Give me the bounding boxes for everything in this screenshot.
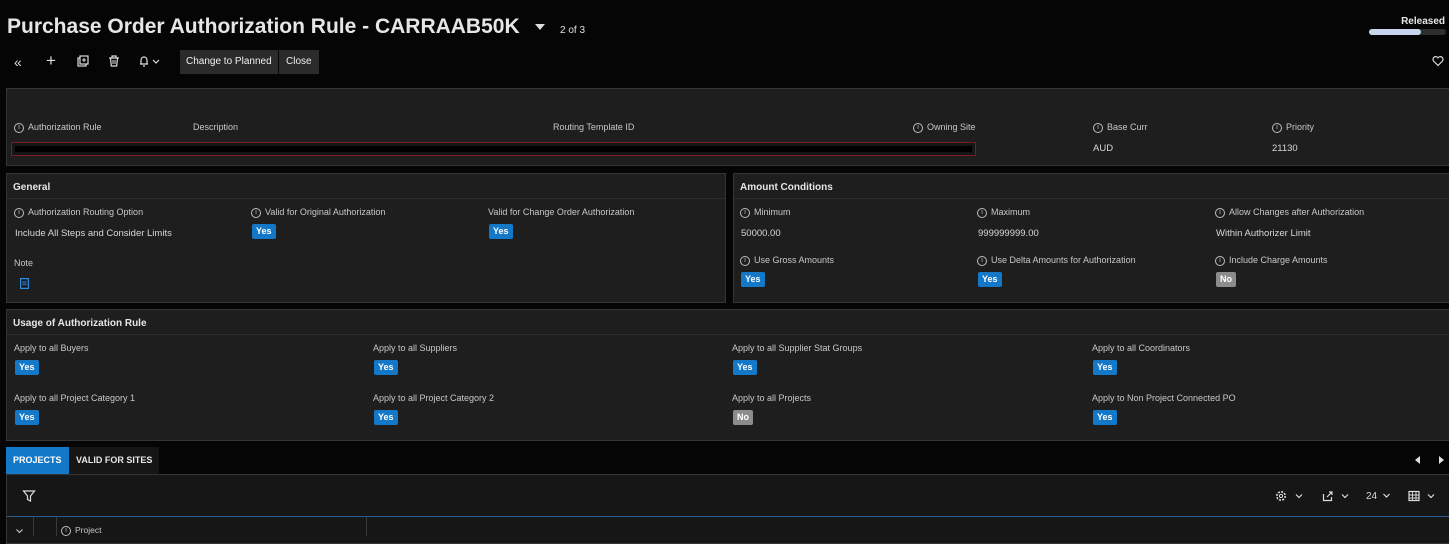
plus-icon[interactable]: +	[46, 52, 56, 69]
usage-item-label: Apply to all Project Category 1	[14, 393, 136, 403]
usage-panel	[6, 309, 1449, 441]
charge-amounts-label: i Include Charge Amounts	[1215, 255, 1328, 266]
info-icon[interactable]: i	[1215, 207, 1225, 218]
usage-item-badge: Yes	[15, 360, 39, 375]
usage-item-badge: Yes	[1093, 410, 1117, 425]
note-label: Note	[14, 258, 34, 268]
info-icon[interactable]: i	[977, 207, 987, 218]
info-icon[interactable]: i	[977, 255, 987, 266]
info-icon[interactable]: i	[14, 122, 24, 133]
allow-changes-value: Within Authorizer Limit	[1216, 228, 1311, 239]
usage-item-badge: Yes	[374, 410, 398, 425]
note-icon[interactable]	[20, 278, 30, 290]
delta-amounts-label: i Use Delta Amounts for Authorization	[977, 255, 1136, 266]
close-button[interactable]: Close	[279, 50, 319, 74]
base-curr-label: i Base Curr	[1093, 122, 1148, 133]
column-divider	[33, 517, 34, 536]
duplicate-icon[interactable]	[77, 55, 89, 67]
usage-title: Usage of Authorization Rule	[13, 318, 147, 329]
valid-change-label: Valid for Change Order Authorization	[488, 207, 635, 217]
bell-icon[interactable]	[138, 55, 162, 67]
usage-item-label: Apply to all Suppliers	[373, 343, 458, 353]
page-title: Purchase Order Authorization Rule - CARR…	[7, 15, 520, 38]
status-progress-bar	[1369, 29, 1446, 35]
minimum-value: 50000.00	[741, 228, 781, 239]
valid-change-badge: Yes	[489, 224, 513, 239]
info-icon[interactable]: i	[740, 207, 750, 218]
minimum-label: i Minimum	[740, 207, 791, 218]
favorite-heart-icon[interactable]	[1432, 55, 1444, 67]
allow-changes-label: i Allow Changes after Authorization	[1215, 207, 1364, 218]
column-divider	[366, 517, 367, 536]
usage-item-label: Apply to all Buyers	[14, 343, 89, 353]
info-icon[interactable]: i	[1272, 122, 1282, 133]
priority-value: 21130	[1272, 143, 1298, 154]
projects-grid-panel	[6, 474, 1449, 544]
grid-header-divider	[7, 516, 1449, 517]
info-icon[interactable]: i	[1215, 255, 1225, 266]
usage-item-label: Apply to all Supplier Stat Groups	[732, 343, 863, 353]
authorization-rule-label: i Authorization Rule	[14, 122, 102, 133]
divider	[7, 198, 725, 199]
tab-valid-for-sites[interactable]: VALID FOR SITES	[69, 447, 160, 474]
info-icon[interactable]: i	[913, 122, 923, 133]
amount-conditions-title: Amount Conditions	[740, 182, 833, 193]
usage-item-badge: Yes	[374, 360, 398, 375]
routing-option-value: Include All Steps and Consider Limits	[15, 228, 172, 239]
column-divider	[56, 517, 57, 536]
info-icon[interactable]: i	[740, 255, 750, 266]
usage-item-badge: Yes	[15, 410, 39, 425]
tab-scroll-right-icon[interactable]	[1439, 456, 1444, 464]
select-all-chevron-icon[interactable]	[15, 527, 25, 535]
usage-item-label: Apply to all Projects	[732, 393, 812, 403]
chevron-down-icon[interactable]	[1382, 492, 1392, 500]
trash-icon[interactable]	[108, 55, 120, 67]
title-dropdown-icon[interactable]	[535, 24, 545, 30]
status-progress-fill	[1369, 29, 1422, 35]
info-icon[interactable]: i	[251, 207, 261, 218]
divider	[734, 198, 1449, 199]
usage-item-label: Apply to all Project Category 2	[373, 393, 495, 403]
routing-option-label: i Authorization Routing Option	[14, 207, 143, 218]
page-size-value[interactable]: 24	[1366, 491, 1377, 502]
info-icon[interactable]: i	[61, 525, 71, 536]
usage-item-badge: No	[733, 410, 753, 425]
routing-template-id-label: Routing Template ID	[553, 122, 635, 132]
usage-item-badge: Yes	[1093, 360, 1117, 375]
settings-gear-icon[interactable]	[1275, 490, 1305, 502]
info-icon[interactable]: i	[1093, 122, 1103, 133]
change-to-planned-button[interactable]: Change to Planned	[180, 50, 278, 74]
maximum-value: 999999999.00	[978, 228, 1039, 239]
gross-amounts-badge: Yes	[741, 272, 765, 287]
record-pager: 2 of 3	[560, 25, 586, 36]
amount-conditions-panel	[733, 173, 1449, 303]
divider	[7, 334, 1449, 335]
status-label: Released	[1401, 16, 1445, 27]
delta-amounts-badge: Yes	[978, 272, 1002, 287]
column-layout-icon[interactable]	[1408, 490, 1438, 502]
valid-original-label: i Valid for Original Authorization	[251, 207, 385, 218]
usage-item-label: Apply to all Coordinators	[1092, 343, 1191, 353]
maximum-label: i Maximum	[977, 207, 1030, 218]
valid-original-badge: Yes	[252, 224, 276, 239]
usage-item-badge: Yes	[733, 360, 757, 375]
export-icon[interactable]	[1322, 490, 1352, 502]
base-curr-value: AUD	[1093, 143, 1114, 154]
charge-amounts-badge: No	[1216, 272, 1236, 287]
filter-icon[interactable]	[22, 489, 36, 503]
priority-label: i Priority	[1272, 122, 1314, 133]
double-chevron-left-icon[interactable]: «	[14, 55, 22, 69]
tab-projects[interactable]: PROJECTS	[6, 447, 69, 474]
general-title: General	[13, 182, 51, 193]
tab-scroll-left-icon[interactable]	[1415, 456, 1420, 464]
column-header-project[interactable]: i Project	[61, 525, 101, 536]
info-icon[interactable]: i	[14, 207, 24, 218]
redacted-field	[11, 142, 976, 156]
usage-item-label: Apply to Non Project Connected PO	[1092, 393, 1236, 403]
description-label: Description	[193, 122, 239, 132]
owning-site-label: i Owning Site	[913, 122, 976, 133]
gross-amounts-label: i Use Gross Amounts	[740, 255, 834, 266]
